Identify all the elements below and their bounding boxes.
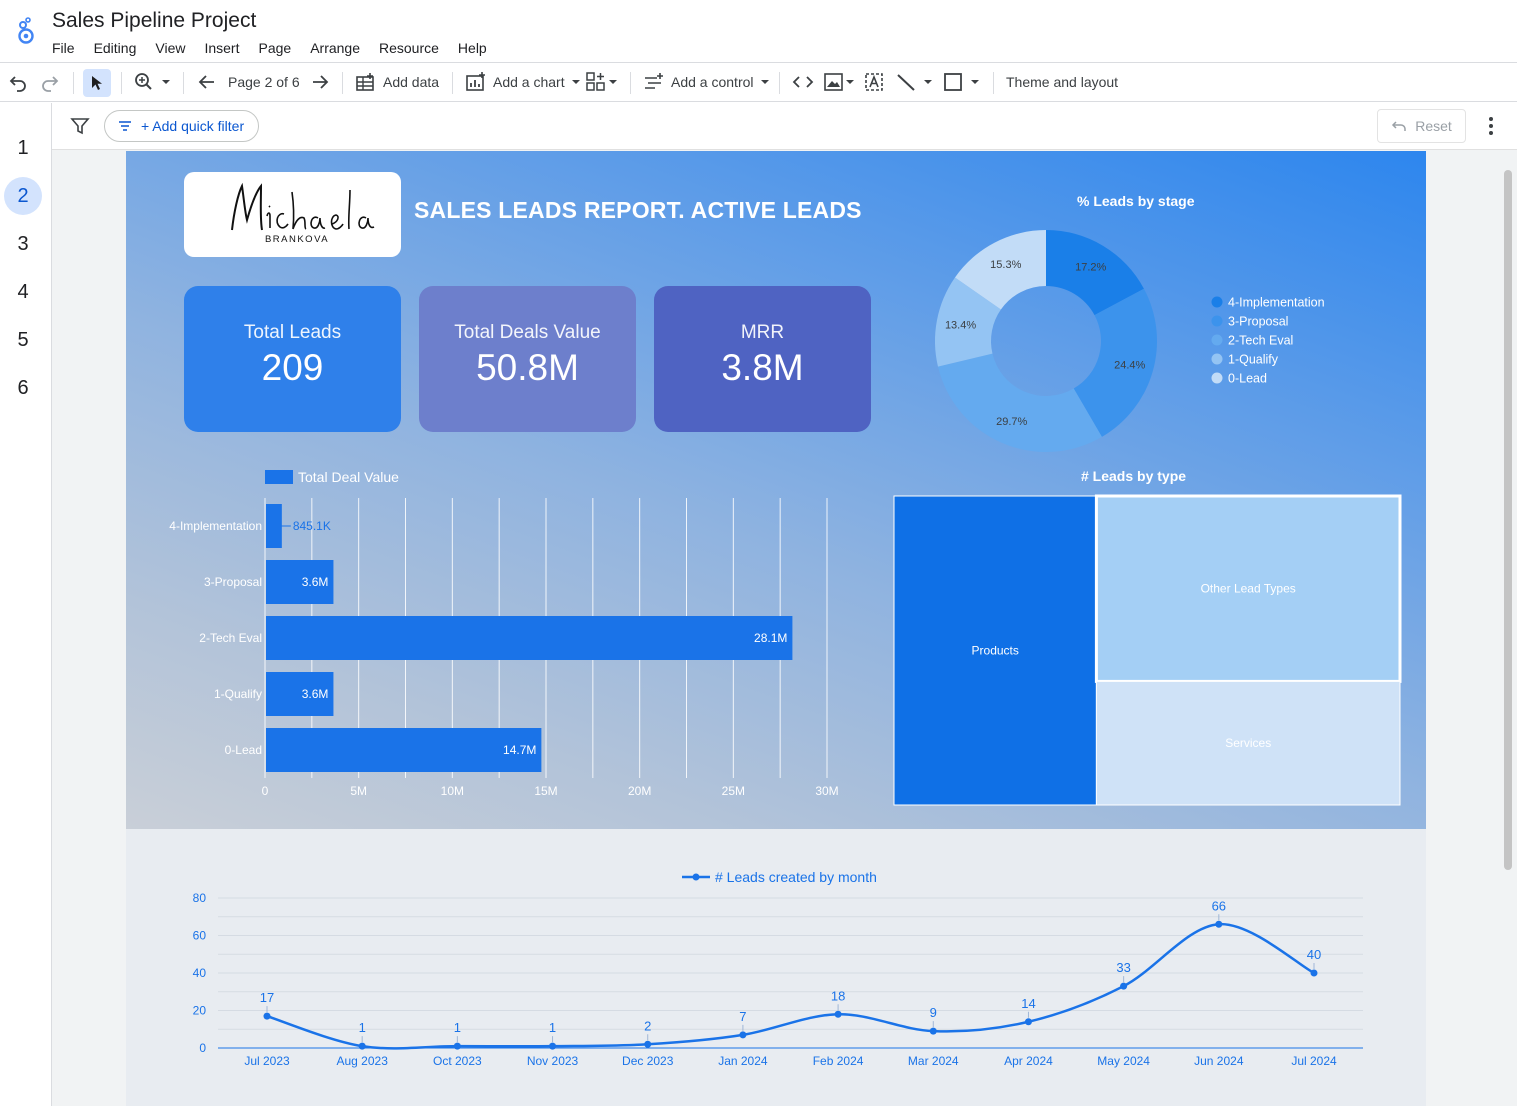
add-data-label: Add data	[383, 74, 440, 90]
report-title: SALES LEADS REPORT. ACTIVE LEADS	[414, 197, 862, 223]
reset-button[interactable]: Reset	[1377, 109, 1466, 143]
filter-list-icon	[119, 121, 131, 131]
page-tab-4[interactable]: 4	[4, 273, 42, 311]
page-indicator: Page 2 of 6	[228, 74, 300, 90]
page-tab-3[interactable]: 3	[4, 225, 42, 263]
add-data-icon	[356, 73, 374, 91]
reset-label: Reset	[1415, 118, 1452, 134]
menu-editing[interactable]: Editing	[94, 40, 137, 56]
kpi-label: Total Deals Value	[454, 322, 601, 343]
toolbar-divider	[121, 72, 122, 94]
toolbar-divider	[452, 72, 453, 94]
add-chart-button[interactable]: Add a chart	[465, 63, 581, 101]
add-control-icon	[645, 73, 663, 89]
toolbar: Page 2 of 6 Add data Add a chart Add a c…	[0, 62, 1517, 102]
looker-studio-logo-icon[interactable]	[14, 14, 40, 46]
toolbar-divider	[993, 72, 994, 94]
toolbar-divider	[183, 72, 184, 94]
donut-chart-title: % Leads by stage	[1077, 193, 1195, 209]
dropdown-caret-icon	[760, 80, 769, 84]
menu-bar: File Editing View Insert Page Arrange Re…	[52, 40, 506, 56]
menu-file[interactable]: File	[52, 40, 75, 56]
kpi-total-deals-value[interactable]: Total Deals Value 50.8M	[419, 286, 636, 432]
undo-icon[interactable]	[8, 63, 28, 101]
community-visualizations-icon[interactable]	[586, 63, 620, 101]
filter-icon[interactable]	[70, 116, 90, 141]
report-bottom-section	[126, 829, 1426, 1106]
text-box-icon[interactable]	[864, 63, 884, 101]
menu-resource[interactable]: Resource	[379, 40, 439, 56]
add-quick-filter-label: + Add quick filter	[141, 118, 245, 134]
treemap-title: # Leads by type	[1081, 468, 1187, 484]
page-tab-5[interactable]: 5	[4, 321, 42, 359]
kpi-label: Total Leads	[243, 322, 342, 343]
vertical-scrollbar[interactable]	[1504, 170, 1512, 870]
kpi-label: MRR	[740, 322, 785, 343]
add-chart-icon	[466, 72, 485, 91]
menu-insert[interactable]: Insert	[204, 40, 239, 56]
kpi-value: 50.8M	[476, 347, 579, 388]
brand-logo-card[interactable]: BRANKOVA	[184, 172, 401, 257]
signature-logo: BRANKOVA	[231, 182, 375, 245]
zoom-icon[interactable]	[134, 63, 172, 101]
next-page-icon[interactable]	[310, 63, 330, 101]
add-chart-label: Add a chart	[493, 74, 565, 90]
add-data-button[interactable]: Add data	[355, 63, 439, 101]
redo-icon[interactable]	[40, 63, 60, 101]
menu-view[interactable]: View	[155, 40, 185, 56]
add-control-button[interactable]: Add a control	[643, 63, 770, 101]
toolbar-divider	[73, 72, 74, 94]
theme-and-layout-button[interactable]: Theme and layout	[1006, 63, 1118, 101]
reset-icon	[1392, 121, 1406, 131]
kpi-value: 209	[261, 347, 324, 388]
menu-arrange[interactable]: Arrange	[310, 40, 360, 56]
filter-bar: + Add quick filter Reset	[52, 103, 1517, 150]
toolbar-divider	[779, 72, 780, 94]
embed-code-icon[interactable]	[792, 63, 814, 101]
menu-help[interactable]: Help	[458, 40, 487, 56]
add-control-label: Add a control	[671, 74, 754, 90]
select-cursor-icon[interactable]	[83, 69, 111, 97]
logo-subtext: BRANKOVA	[265, 234, 329, 245]
kpi-mrr[interactable]: MRR 3.8M	[654, 286, 871, 432]
toolbar-divider	[630, 72, 631, 94]
page-tab-6[interactable]: 6	[4, 369, 42, 407]
page-tab-1[interactable]: 1	[4, 129, 42, 167]
page-navigation-rail: 1 2 3 4 5 6	[0, 103, 52, 1106]
kpi-value: 3.8M	[721, 347, 804, 388]
add-quick-filter-button[interactable]: + Add quick filter	[104, 110, 260, 142]
image-icon[interactable]	[824, 63, 856, 101]
shape-icon[interactable]	[943, 63, 983, 101]
line-icon[interactable]	[896, 63, 936, 101]
toolbar-divider	[342, 72, 343, 94]
previous-page-icon[interactable]	[197, 63, 217, 101]
kpi-total-leads[interactable]: Total Leads 209	[184, 286, 401, 432]
menu-page[interactable]: Page	[258, 40, 291, 56]
document-title[interactable]: Sales Pipeline Project	[52, 9, 256, 33]
page-tab-2[interactable]: 2	[4, 177, 42, 215]
dropdown-caret-icon	[571, 80, 580, 84]
title-bar: Sales Pipeline Project File Editing View…	[0, 0, 1517, 62]
more-options-icon[interactable]	[1484, 114, 1498, 143]
